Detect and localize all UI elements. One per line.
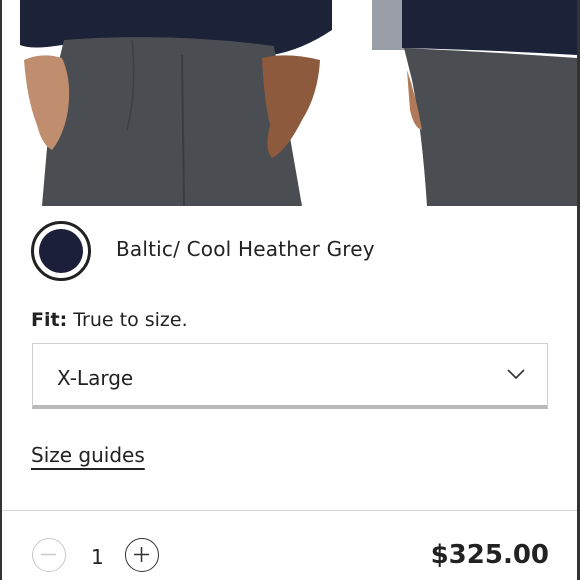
color-name: Baltic/ Cool Heather Grey <box>116 237 375 261</box>
divider <box>2 510 577 511</box>
fit-value: True to size. <box>73 309 188 331</box>
quantity-decrease-button[interactable] <box>32 538 66 572</box>
size-select[interactable]: X-Large <box>32 343 548 409</box>
fit-info: Fit: True to size. <box>31 309 188 331</box>
plus-icon <box>134 547 149 562</box>
fit-label: Fit: <box>31 309 68 331</box>
chevron-down-icon <box>507 369 525 380</box>
product-photo-side[interactable] <box>372 0 577 206</box>
minus-icon <box>41 553 56 556</box>
color-swatch-selected[interactable] <box>31 221 91 281</box>
product-photo-front[interactable] <box>2 0 362 206</box>
size-guides-link[interactable]: Size guides <box>31 443 145 467</box>
size-select-value: X-Large <box>57 366 134 390</box>
quantity-value: 1 <box>91 545 104 569</box>
product-price: $325.00 <box>430 540 549 570</box>
product-gallery[interactable] <box>2 0 577 206</box>
swatch-color-fill <box>39 229 83 273</box>
quantity-increase-button[interactable] <box>125 538 159 572</box>
